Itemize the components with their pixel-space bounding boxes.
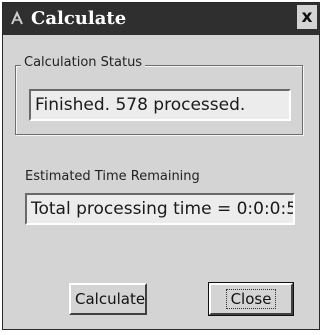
app-icon	[9, 10, 25, 26]
title-bar[interactable]: Calculate x	[3, 3, 319, 35]
calculate-dialog: Calculate x Calculation Status Finished.…	[2, 2, 320, 330]
window-title: Calculate	[31, 8, 127, 29]
calculate-button-label: Calculate	[75, 290, 146, 308]
calculation-status-label: Calculation Status	[21, 55, 146, 70]
close-button[interactable]: Close	[208, 282, 294, 316]
close-icon[interactable]: x	[297, 5, 317, 29]
estimated-time-label: Estimated Time Remaining	[25, 169, 200, 184]
calculate-button[interactable]: Calculate	[69, 283, 147, 315]
estimated-time-field: Total processing time = 0:0:0:52	[25, 193, 295, 225]
calculation-status-field: Finished. 578 processed.	[29, 89, 291, 121]
close-button-label: Close	[225, 289, 277, 309]
